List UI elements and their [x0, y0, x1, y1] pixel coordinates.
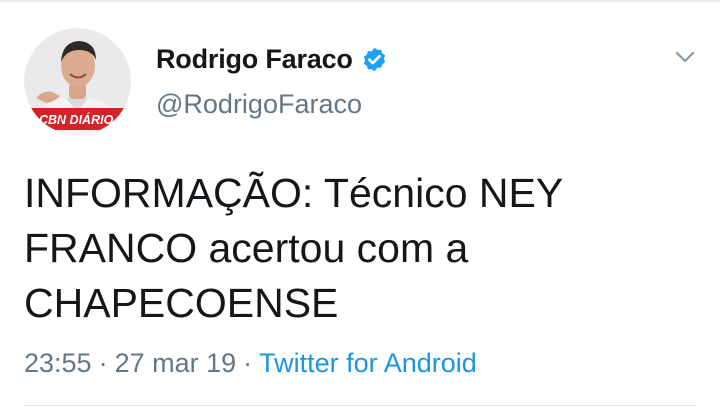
bottom-divider [24, 405, 696, 406]
tweet-date[interactable]: 27 mar 19 [115, 348, 237, 379]
meta-separator: · [243, 347, 253, 378]
chevron-down-icon[interactable] [672, 44, 698, 70]
display-name-row: Rodrigo Faraco [156, 41, 388, 77]
avatar-photo: CBN DIÁRIO [24, 28, 131, 135]
avatar[interactable]: CBN DIÁRIO [24, 28, 131, 135]
tweet-source-link[interactable]: Twitter for Android [259, 348, 477, 379]
top-divider [0, 0, 720, 2]
display-name[interactable]: Rodrigo Faraco [156, 44, 353, 75]
meta-separator: · [98, 347, 108, 378]
tweet-text-line: FRANCO acertou com a [24, 225, 469, 271]
tweet-meta: 23:55 · 27 mar 19 · Twitter for Android [24, 346, 477, 380]
tweet-text: INFORMAÇÃO: Técnico NEY FRANCO acertou c… [24, 166, 704, 331]
tweet-text-line: CHAPECOENSE [24, 280, 339, 326]
avatar-banner-text: CBN DIÁRIO [39, 112, 114, 127]
tweet-time[interactable]: 23:55 [24, 348, 92, 379]
verified-badge-icon [361, 46, 388, 73]
user-handle[interactable]: @RodrigoFaraco [156, 89, 362, 120]
tweet-text-line: INFORMAÇÃO: Técnico NEY [24, 170, 564, 216]
